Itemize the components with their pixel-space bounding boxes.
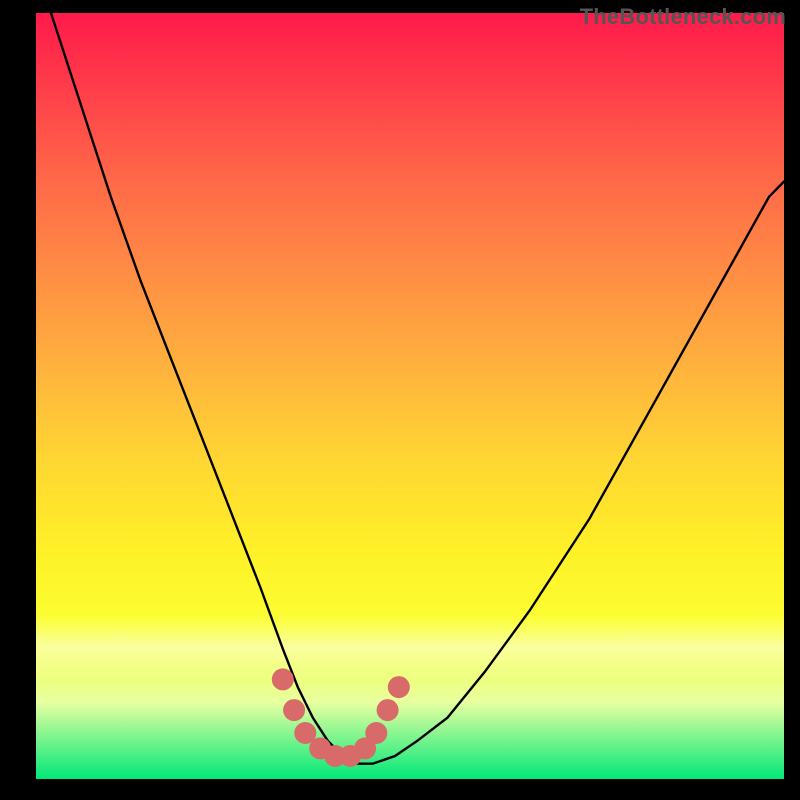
bottleneck-curve (51, 13, 784, 764)
marker-dot (365, 722, 387, 744)
marker-dot (283, 699, 305, 721)
chart-frame (36, 13, 784, 779)
attribution-watermark: TheBottleneck.com (580, 4, 786, 30)
marker-dot (272, 668, 294, 690)
curve-line (51, 13, 784, 764)
marker-cluster (272, 668, 410, 767)
curve-overlay (36, 13, 784, 779)
marker-dot (388, 676, 410, 698)
marker-dot (377, 699, 399, 721)
